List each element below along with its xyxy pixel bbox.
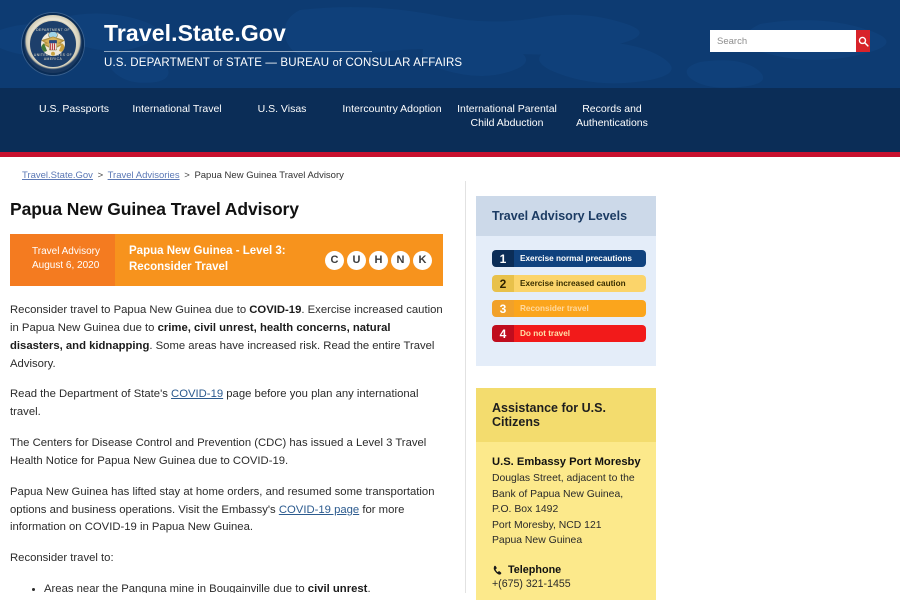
- site-title: Travel.State.Gov: [104, 19, 286, 46]
- nav-item-us-visas[interactable]: U.S. Visas: [232, 102, 332, 116]
- assistance-card-body: U.S. Embassy Port Moresby Douglas Street…: [476, 442, 656, 600]
- phone-icon: [493, 565, 502, 575]
- paragraph-summary: Reconsider travel to Papua New Guinea du…: [10, 302, 443, 373]
- sidebar: Travel Advisory Levels 1 Exercise normal…: [466, 181, 900, 600]
- nav-item-international-parental-child-abduction[interactable]: International Parental Child Abduction: [452, 102, 562, 130]
- nav-item-records-and-authentications[interactable]: Records and Authentications: [562, 102, 662, 130]
- telephone-heading: Telephone: [492, 564, 644, 576]
- subtitle-part-b: STATE — BUREAU: [225, 57, 330, 70]
- travel-advisory-levels-list: 1 Exercise normal precautions 2 Exercise…: [476, 236, 656, 366]
- paragraph-cdc-notice: The Centers for Disease Control and Prev…: [10, 437, 427, 467]
- advisory-level-3-number: 3: [492, 300, 514, 317]
- nav-item-us-passports[interactable]: U.S. Passports: [26, 102, 122, 116]
- embassy-name: U.S. Embassy Port Moresby: [492, 456, 641, 468]
- advisory-level-1[interactable]: 1 Exercise normal precautions: [492, 250, 646, 267]
- embassy-covid-19-page-link[interactable]: COVID-19 page: [279, 504, 359, 516]
- risk-indicator-health[interactable]: H: [369, 250, 388, 270]
- embassy-address-line: Bank of Papua New Guinea,: [492, 488, 624, 500]
- risk-indicator-crime[interactable]: C: [325, 250, 344, 270]
- advisory-level-2[interactable]: 2 Exercise increased caution: [492, 275, 646, 292]
- advisory-level-4[interactable]: 4 Do not travel: [492, 325, 646, 342]
- p2-a: Read the Department of State's: [10, 388, 172, 401]
- breadcrumb-home-link[interactable]: Travel.State.Gov: [22, 170, 93, 181]
- department-of-state-seal-icon: DEPARTMENT OF STATE UNITED STATES OF AME…: [22, 13, 84, 75]
- risk-indicator-natural-disaster[interactable]: N: [391, 250, 410, 270]
- embassy-address-line: Papua New Guinea: [492, 535, 583, 547]
- advisory-level-1-label: Exercise normal precautions: [514, 250, 646, 267]
- page-body: Papua New Guinea Travel Advisory Travel …: [0, 181, 900, 600]
- breadcrumb-separator-2: >: [184, 170, 190, 181]
- risk-indicator-group: C U H N K: [325, 234, 443, 286]
- p1-covid: COVID-19: [249, 304, 302, 316]
- advisory-level-2-label: Exercise increased caution: [514, 275, 646, 292]
- paragraph-local-conditions: Papua New Guinea has lifted stay at home…: [10, 484, 443, 538]
- advisory-level-3-label: Reconsider travel: [514, 300, 646, 317]
- site-header: DEPARTMENT OF STATE UNITED STATES OF AME…: [0, 0, 900, 88]
- search-icon: [858, 36, 869, 47]
- advisory-kicker: Travel Advisory: [32, 246, 100, 257]
- brand-divider: [104, 51, 372, 53]
- advisory-date-block: Travel Advisory August 6, 2020: [10, 234, 115, 286]
- advisory-date: August 6, 2020: [32, 259, 100, 271]
- telephone-value: +(675) 321-1455: [492, 578, 571, 591]
- advisory-level-line-1: Papua New Guinea - Level 3:: [129, 245, 286, 257]
- subtitle-part-a: U.S. DEPARTMENT: [104, 57, 210, 70]
- search-bar[interactable]: [710, 30, 870, 52]
- b1-c: .: [367, 583, 371, 593]
- advisory-level-1-number: 1: [492, 250, 514, 267]
- risk-indicator-unrest[interactable]: U: [347, 250, 366, 270]
- search-button[interactable]: [856, 30, 870, 52]
- advisory-level-2-number: 2: [492, 275, 514, 292]
- breadcrumb-current: Papua New Guinea Travel Advisory: [194, 170, 344, 181]
- travel-advisory-levels-title: Travel Advisory Levels: [476, 196, 656, 236]
- advisory-level-3[interactable]: 3 Reconsider travel: [492, 300, 646, 317]
- paragraph-reconsider-intro: Reconsider travel to:: [10, 552, 114, 565]
- advisory-level-4-label: Do not travel: [514, 325, 646, 342]
- advisory-level-line-2: Reconsider Travel: [129, 260, 229, 273]
- advisory-level-4-number: 4: [492, 325, 514, 342]
- breadcrumb-separator-1: >: [97, 170, 104, 181]
- travel-advisory-levels-card: Travel Advisory Levels 1 Exercise normal…: [476, 196, 656, 366]
- subtitle-part-c: CONSULAR AFFAIRS: [345, 57, 463, 70]
- advisory-banner: Travel Advisory August 6, 2020 Papua New…: [10, 234, 443, 286]
- advisory-level-block: Papua New Guinea - Level 3: Reconsider T…: [115, 234, 325, 286]
- search-input[interactable]: [710, 30, 856, 52]
- embassy-address-line: Port Moresby, NCD 121: [492, 519, 602, 531]
- paragraph-dos-covid: Read the Department of State's COVID-19 …: [10, 386, 443, 422]
- telephone-label: Telephone: [508, 564, 562, 577]
- breadcrumb-parent-link[interactable]: Travel Advisories: [108, 170, 180, 181]
- subtitle-of-1: of: [213, 57, 223, 70]
- embassy-address-line: P.O. Box 1492: [492, 504, 559, 516]
- embassy-address-line: Douglas Street, adjacent to the: [492, 473, 635, 484]
- assistance-card: Assistance for U.S. Citizens U.S. Embass…: [476, 388, 656, 600]
- nav-item-intercountry-adoption[interactable]: Intercountry Adoption: [332, 102, 452, 116]
- b1-b: civil unrest: [307, 583, 368, 593]
- b1-a: Areas near the Panguna mine in Bougainvi…: [44, 583, 308, 593]
- page-title: Papua New Guinea Travel Advisory: [10, 199, 299, 219]
- advisory-body: Reconsider travel to Papua New Guinea du…: [10, 302, 443, 593]
- covid-19-link[interactable]: COVID-19: [171, 388, 223, 400]
- risk-indicator-kidnapping[interactable]: K: [413, 250, 432, 270]
- p1-a: Reconsider travel to Papua New Guinea du…: [10, 304, 250, 316]
- site-subtitle: U.S. DEPARTMENT of STATE — BUREAU of CON…: [104, 57, 462, 69]
- list-item: Areas near the Panguna mine in Bougainvi…: [44, 581, 443, 593]
- primary-navigation[interactable]: U.S. Passports International Travel U.S.…: [0, 88, 900, 150]
- subtitle-of-2: of: [332, 57, 343, 70]
- breadcrumb: Travel.State.Gov > Travel Advisories > P…: [0, 160, 900, 181]
- main-content: Papua New Guinea Travel Advisory Travel …: [0, 181, 466, 593]
- nav-item-international-travel[interactable]: International Travel: [122, 102, 232, 116]
- brand: Travel.State.Gov U.S. DEPARTMENT of STAT…: [104, 19, 462, 69]
- assistance-card-title: Assistance for U.S. Citizens: [476, 388, 656, 442]
- reconsider-travel-list: Areas near the Panguna mine in Bougainvi…: [10, 581, 443, 593]
